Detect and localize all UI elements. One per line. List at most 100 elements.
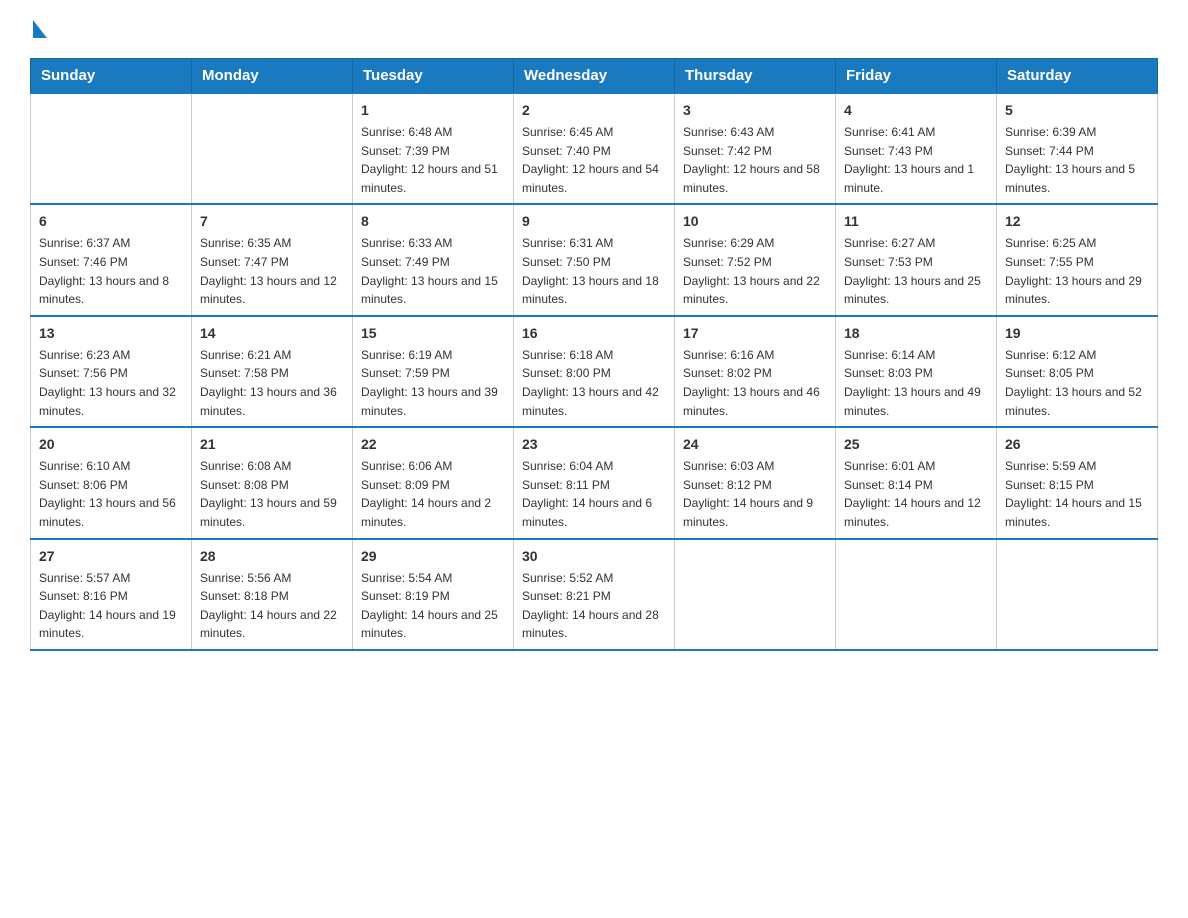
day-info: Sunrise: 6:14 AMSunset: 8:03 PMDaylight:…	[844, 346, 988, 420]
day-number: 28	[200, 546, 344, 567]
calendar-week-row: 13Sunrise: 6:23 AMSunset: 7:56 PMDayligh…	[31, 316, 1158, 427]
calendar-day-cell	[31, 93, 192, 204]
day-number: 18	[844, 323, 988, 344]
day-number: 15	[361, 323, 505, 344]
day-number: 16	[522, 323, 666, 344]
day-number: 29	[361, 546, 505, 567]
calendar-week-row: 20Sunrise: 6:10 AMSunset: 8:06 PMDayligh…	[31, 427, 1158, 538]
day-info: Sunrise: 6:37 AMSunset: 7:46 PMDaylight:…	[39, 234, 183, 308]
day-number: 26	[1005, 434, 1149, 455]
day-info: Sunrise: 6:43 AMSunset: 7:42 PMDaylight:…	[683, 123, 827, 197]
calendar-header-friday: Friday	[836, 59, 997, 94]
day-number: 8	[361, 211, 505, 232]
calendar-header-row: SundayMondayTuesdayWednesdayThursdayFrid…	[31, 59, 1158, 94]
calendar-day-cell: 14Sunrise: 6:21 AMSunset: 7:58 PMDayligh…	[192, 316, 353, 427]
day-info: Sunrise: 6:23 AMSunset: 7:56 PMDaylight:…	[39, 346, 183, 420]
day-info: Sunrise: 6:25 AMSunset: 7:55 PMDaylight:…	[1005, 234, 1149, 308]
day-number: 22	[361, 434, 505, 455]
day-info: Sunrise: 6:45 AMSunset: 7:40 PMDaylight:…	[522, 123, 666, 197]
day-info: Sunrise: 6:08 AMSunset: 8:08 PMDaylight:…	[200, 457, 344, 531]
day-info: Sunrise: 6:19 AMSunset: 7:59 PMDaylight:…	[361, 346, 505, 420]
day-number: 25	[844, 434, 988, 455]
calendar-day-cell: 4Sunrise: 6:41 AMSunset: 7:43 PMDaylight…	[836, 93, 997, 204]
calendar-day-cell: 16Sunrise: 6:18 AMSunset: 8:00 PMDayligh…	[514, 316, 675, 427]
calendar-day-cell: 28Sunrise: 5:56 AMSunset: 8:18 PMDayligh…	[192, 539, 353, 650]
calendar-day-cell: 3Sunrise: 6:43 AMSunset: 7:42 PMDaylight…	[675, 93, 836, 204]
calendar-day-cell: 29Sunrise: 5:54 AMSunset: 8:19 PMDayligh…	[353, 539, 514, 650]
calendar-day-cell: 21Sunrise: 6:08 AMSunset: 8:08 PMDayligh…	[192, 427, 353, 538]
calendar-day-cell: 27Sunrise: 5:57 AMSunset: 8:16 PMDayligh…	[31, 539, 192, 650]
day-info: Sunrise: 6:06 AMSunset: 8:09 PMDaylight:…	[361, 457, 505, 531]
day-number: 30	[522, 546, 666, 567]
calendar-day-cell: 18Sunrise: 6:14 AMSunset: 8:03 PMDayligh…	[836, 316, 997, 427]
calendar-day-cell: 10Sunrise: 6:29 AMSunset: 7:52 PMDayligh…	[675, 204, 836, 315]
day-info: Sunrise: 6:12 AMSunset: 8:05 PMDaylight:…	[1005, 346, 1149, 420]
day-number: 9	[522, 211, 666, 232]
day-number: 14	[200, 323, 344, 344]
day-info: Sunrise: 5:56 AMSunset: 8:18 PMDaylight:…	[200, 569, 344, 643]
day-number: 7	[200, 211, 344, 232]
day-info: Sunrise: 6:03 AMSunset: 8:12 PMDaylight:…	[683, 457, 827, 531]
calendar-day-cell	[675, 539, 836, 650]
calendar-week-row: 1Sunrise: 6:48 AMSunset: 7:39 PMDaylight…	[31, 93, 1158, 204]
day-info: Sunrise: 6:29 AMSunset: 7:52 PMDaylight:…	[683, 234, 827, 308]
calendar-day-cell: 8Sunrise: 6:33 AMSunset: 7:49 PMDaylight…	[353, 204, 514, 315]
calendar-day-cell: 25Sunrise: 6:01 AMSunset: 8:14 PMDayligh…	[836, 427, 997, 538]
day-info: Sunrise: 6:18 AMSunset: 8:00 PMDaylight:…	[522, 346, 666, 420]
day-info: Sunrise: 5:57 AMSunset: 8:16 PMDaylight:…	[39, 569, 183, 643]
day-number: 1	[361, 100, 505, 121]
calendar-day-cell: 12Sunrise: 6:25 AMSunset: 7:55 PMDayligh…	[997, 204, 1158, 315]
day-number: 3	[683, 100, 827, 121]
calendar-day-cell: 22Sunrise: 6:06 AMSunset: 8:09 PMDayligh…	[353, 427, 514, 538]
day-number: 21	[200, 434, 344, 455]
calendar-header-tuesday: Tuesday	[353, 59, 514, 94]
day-info: Sunrise: 6:01 AMSunset: 8:14 PMDaylight:…	[844, 457, 988, 531]
day-info: Sunrise: 6:04 AMSunset: 8:11 PMDaylight:…	[522, 457, 666, 531]
day-number: 5	[1005, 100, 1149, 121]
logo	[30, 20, 47, 40]
calendar-week-row: 6Sunrise: 6:37 AMSunset: 7:46 PMDaylight…	[31, 204, 1158, 315]
calendar-header-saturday: Saturday	[997, 59, 1158, 94]
calendar-day-cell: 2Sunrise: 6:45 AMSunset: 7:40 PMDaylight…	[514, 93, 675, 204]
day-number: 2	[522, 100, 666, 121]
calendar-day-cell: 5Sunrise: 6:39 AMSunset: 7:44 PMDaylight…	[997, 93, 1158, 204]
day-info: Sunrise: 5:54 AMSunset: 8:19 PMDaylight:…	[361, 569, 505, 643]
day-info: Sunrise: 6:33 AMSunset: 7:49 PMDaylight:…	[361, 234, 505, 308]
calendar-day-cell: 23Sunrise: 6:04 AMSunset: 8:11 PMDayligh…	[514, 427, 675, 538]
day-number: 4	[844, 100, 988, 121]
day-number: 17	[683, 323, 827, 344]
day-number: 11	[844, 211, 988, 232]
day-number: 27	[39, 546, 183, 567]
day-number: 23	[522, 434, 666, 455]
day-info: Sunrise: 6:10 AMSunset: 8:06 PMDaylight:…	[39, 457, 183, 531]
day-number: 12	[1005, 211, 1149, 232]
day-number: 10	[683, 211, 827, 232]
calendar-day-cell: 13Sunrise: 6:23 AMSunset: 7:56 PMDayligh…	[31, 316, 192, 427]
calendar-day-cell	[997, 539, 1158, 650]
day-info: Sunrise: 6:39 AMSunset: 7:44 PMDaylight:…	[1005, 123, 1149, 197]
day-info: Sunrise: 6:31 AMSunset: 7:50 PMDaylight:…	[522, 234, 666, 308]
calendar-day-cell: 26Sunrise: 5:59 AMSunset: 8:15 PMDayligh…	[997, 427, 1158, 538]
day-info: Sunrise: 5:59 AMSunset: 8:15 PMDaylight:…	[1005, 457, 1149, 531]
day-number: 24	[683, 434, 827, 455]
logo-triangle-icon	[33, 20, 47, 38]
day-info: Sunrise: 6:21 AMSunset: 7:58 PMDaylight:…	[200, 346, 344, 420]
calendar-day-cell: 24Sunrise: 6:03 AMSunset: 8:12 PMDayligh…	[675, 427, 836, 538]
calendar-day-cell	[192, 93, 353, 204]
day-info: Sunrise: 6:41 AMSunset: 7:43 PMDaylight:…	[844, 123, 988, 197]
calendar-week-row: 27Sunrise: 5:57 AMSunset: 8:16 PMDayligh…	[31, 539, 1158, 650]
day-info: Sunrise: 6:35 AMSunset: 7:47 PMDaylight:…	[200, 234, 344, 308]
calendar-day-cell: 20Sunrise: 6:10 AMSunset: 8:06 PMDayligh…	[31, 427, 192, 538]
day-number: 6	[39, 211, 183, 232]
calendar-day-cell: 11Sunrise: 6:27 AMSunset: 7:53 PMDayligh…	[836, 204, 997, 315]
calendar-day-cell: 15Sunrise: 6:19 AMSunset: 7:59 PMDayligh…	[353, 316, 514, 427]
calendar-day-cell: 19Sunrise: 6:12 AMSunset: 8:05 PMDayligh…	[997, 316, 1158, 427]
day-number: 13	[39, 323, 183, 344]
calendar-day-cell: 1Sunrise: 6:48 AMSunset: 7:39 PMDaylight…	[353, 93, 514, 204]
day-info: Sunrise: 6:48 AMSunset: 7:39 PMDaylight:…	[361, 123, 505, 197]
day-number: 20	[39, 434, 183, 455]
calendar-day-cell: 6Sunrise: 6:37 AMSunset: 7:46 PMDaylight…	[31, 204, 192, 315]
calendar-header-thursday: Thursday	[675, 59, 836, 94]
calendar-header-sunday: Sunday	[31, 59, 192, 94]
calendar-day-cell: 17Sunrise: 6:16 AMSunset: 8:02 PMDayligh…	[675, 316, 836, 427]
